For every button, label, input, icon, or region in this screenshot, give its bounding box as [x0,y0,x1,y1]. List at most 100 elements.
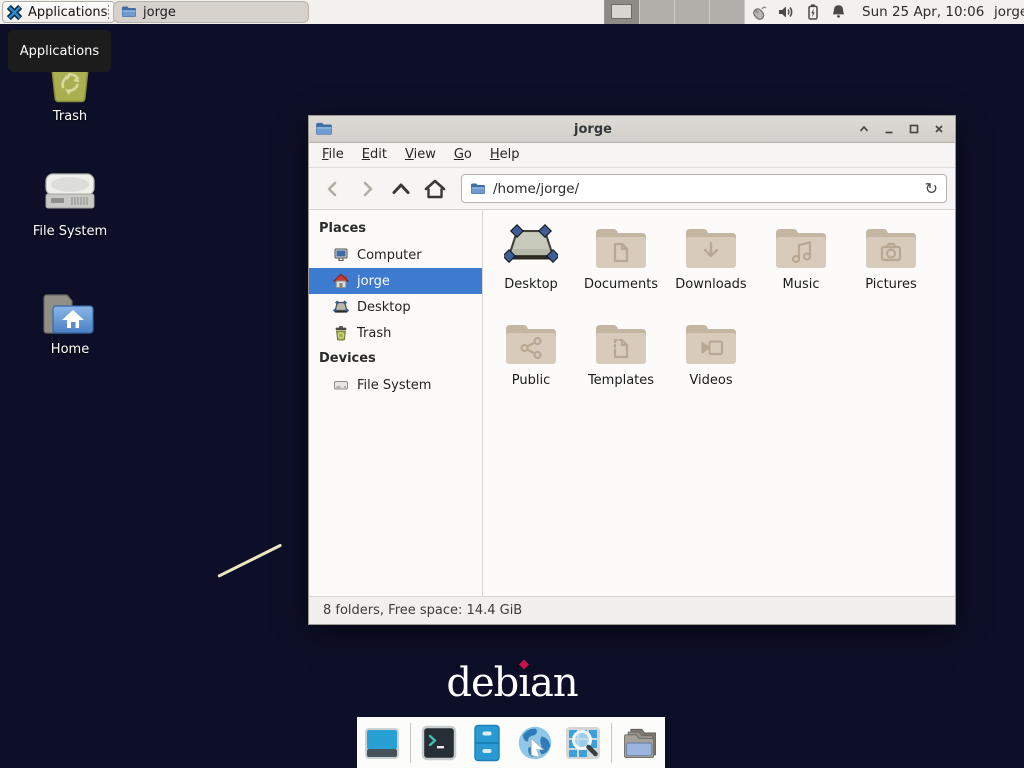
menu-view[interactable]: View [396,143,445,167]
folder-document-icon [594,223,648,273]
xfce-logo-icon [6,4,23,21]
battery-icon[interactable] [804,3,821,21]
folder-view: Desktop Documents [483,210,955,596]
folder-item-label: Public [512,373,550,388]
sidebar-item-label: Trash [357,326,391,341]
folder-share-icon [504,319,558,369]
menu-edit[interactable]: Edit [353,143,396,167]
maximize-button[interactable] [903,119,924,140]
folder-item-desktop[interactable]: Desktop [486,223,576,319]
mouse-icon[interactable] [749,3,768,22]
path-value[interactable]: /home/jorge/ [493,181,579,197]
reload-icon[interactable]: ↻ [925,181,938,197]
home-button[interactable] [419,174,451,204]
folder-download-icon [684,223,738,273]
folder-item-documents[interactable]: Documents [576,223,666,319]
menu-file[interactable]: File [313,143,353,167]
folder-item-label: Desktop [504,277,558,292]
file-manager-folders-icon[interactable] [620,723,660,763]
desktop-special-icon [504,223,558,273]
system-tray [749,0,847,24]
home-folder-icon [43,291,97,337]
dock [357,717,665,768]
sidebar-item-desktop[interactable]: Desktop [309,294,482,320]
application-finder-icon[interactable] [563,723,603,763]
folder-item-templates[interactable]: Templates [576,319,666,415]
trash-mini-icon [333,325,349,341]
forward-button[interactable] [351,174,383,204]
tasklist-handle[interactable] [107,4,110,20]
menubar: File Edit View Go Help [309,143,955,168]
sidebar-item-label: jorge [357,274,390,289]
dock-separator [611,723,612,763]
window-title: jorge [333,122,853,137]
sidebar: Places Computer [309,210,483,596]
folder-item-pictures[interactable]: Pictures [846,223,936,319]
workspace-3[interactable] [675,0,710,24]
folder-video-icon [684,319,738,369]
notification-bell-icon[interactable] [830,3,847,21]
applications-tooltip: Applications [8,30,111,72]
applications-menu-label: Applications [28,5,107,20]
folder-icon [121,4,137,20]
menu-help[interactable]: Help [481,143,529,167]
workspace-4[interactable] [710,0,745,24]
desktop-icon-label: Home [51,342,89,357]
user-menu[interactable]: jorge [994,0,1024,24]
workspace-2[interactable] [640,0,675,24]
minimize-button[interactable] [878,119,899,140]
back-button[interactable] [317,174,349,204]
volume-icon[interactable] [777,3,795,21]
web-browser-globe-icon[interactable] [515,723,555,763]
path-bar[interactable]: /home/jorge/ ↻ [461,174,947,203]
toolbar: /home/jorge/ ↻ [309,168,955,210]
sidebar-item-trash[interactable]: Trash [309,320,482,346]
folder-item-public[interactable]: Public [486,319,576,415]
folder-item-videos[interactable]: Videos [666,319,756,415]
folder-item-label: Downloads [675,277,746,292]
folder-music-icon [774,223,828,273]
workspace-window-thumb [611,4,632,19]
computer-icon [333,247,349,263]
desktop-icon-file-system[interactable]: File System [15,172,125,239]
terminal-icon[interactable] [419,723,459,763]
up-button[interactable] [385,174,417,204]
workspace-1[interactable] [605,0,640,24]
file-manager-window: jorge File Edit View Go Help [308,115,956,625]
file-cabinet-icon[interactable] [467,723,507,763]
desktop-icon-home[interactable]: Home [15,291,125,357]
taskbar-button[interactable]: jorge [113,1,309,23]
statusbar: 8 folders, Free space: 14.4 GiB [309,596,955,624]
statusbar-text: 8 folders, Free space: 14.4 GiB [323,603,522,618]
stray-line-artifact [217,543,282,577]
dock-separator [410,723,411,763]
window-folder-icon [315,120,333,138]
folder-item-downloads[interactable]: Downloads [666,223,756,319]
desktop-icon-label: Trash [53,109,87,124]
folder-item-label: Videos [689,373,732,388]
tooltip-label: Applications [20,44,99,59]
path-folder-icon [470,181,486,197]
debian-logo: debıan [0,660,1024,706]
sidebar-item-label: File System [357,378,431,393]
show-desktop-icon[interactable] [362,723,402,763]
close-button[interactable] [928,119,949,140]
shade-button[interactable] [853,119,874,140]
sidebar-header-devices: Devices [309,346,482,372]
sidebar-item-computer[interactable]: Computer [309,242,482,268]
applications-menu-button[interactable]: Applications [2,1,115,23]
sidebar-item-file-system[interactable]: File System [309,372,482,398]
clock[interactable]: Sun 25 Apr, 10:06 [862,0,984,24]
titlebar[interactable]: jorge [309,116,955,143]
sidebar-item-jorge[interactable]: jorge [309,268,482,294]
menu-go[interactable]: Go [445,143,481,167]
workspace-pager[interactable] [604,0,745,24]
desktop-mini-icon [333,299,349,315]
taskbar-button-label: jorge [143,5,176,20]
debian-i-dot: ı [518,660,530,706]
folder-item-label: Documents [584,277,658,292]
home-red-roof-icon [333,273,349,289]
folder-template-icon [594,319,648,369]
folder-item-music[interactable]: Music [756,223,846,319]
folder-item-label: Templates [588,373,654,388]
